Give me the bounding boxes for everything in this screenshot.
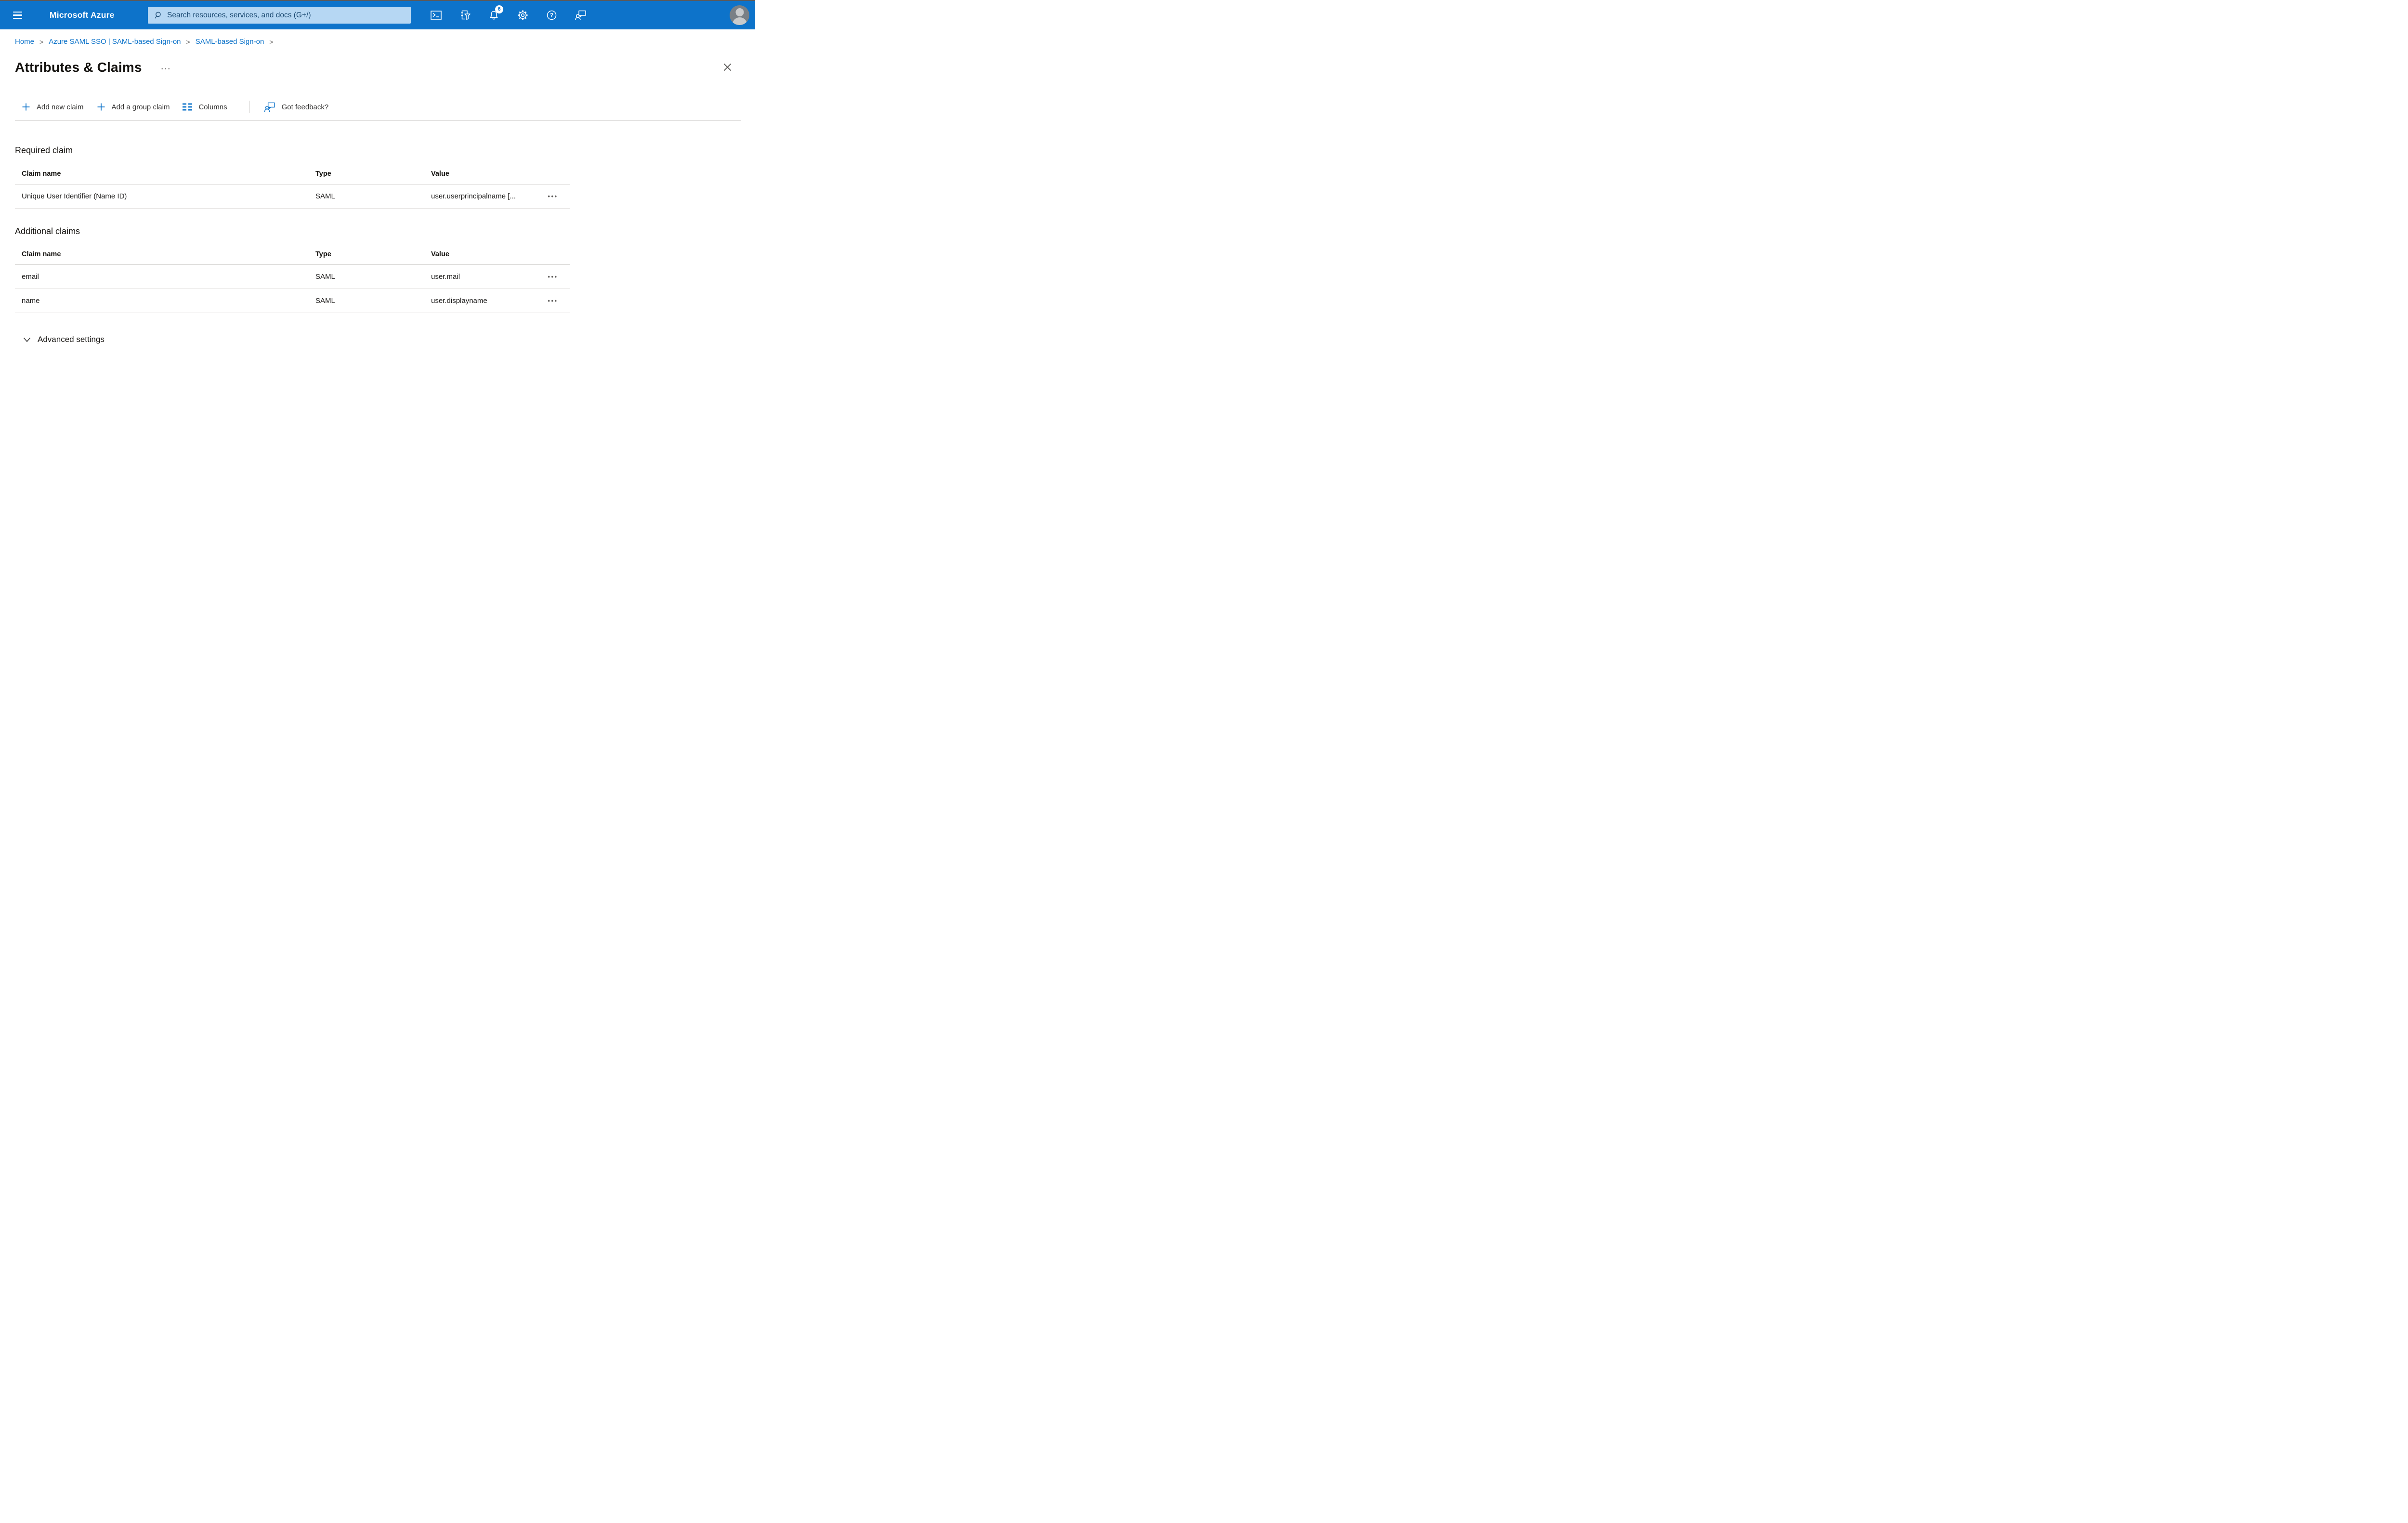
advanced-settings-toggle[interactable]: Advanced settings <box>23 335 755 344</box>
advanced-settings-label: Advanced settings <box>38 335 105 344</box>
help-icon: ? <box>546 10 557 21</box>
azure-portal-window: Microsoft Azure Search resources, servic… <box>0 0 755 382</box>
global-search-box[interactable] <box>148 7 411 24</box>
row-menu-ellipsis[interactable]: ••• <box>536 193 570 200</box>
add-new-claim-button[interactable]: Add new claim <box>22 103 84 111</box>
cloud-shell-button[interactable] <box>426 6 445 25</box>
microsoft-azure-logo[interactable]: Microsoft Azure <box>50 10 115 20</box>
table-row[interactable]: name SAML user.displayname ••• <box>15 289 570 313</box>
claim-value-cell: user.mail <box>431 273 460 281</box>
additional-claims-table: Claim name Type Value email SAML user.ma… <box>15 244 570 313</box>
claim-name-cell: Unique User Identifier (Name ID) <box>22 192 127 200</box>
avatar-head-shape <box>735 8 744 16</box>
breadcrumb-app-link[interactable]: Azure SAML SSO | SAML-based Sign-on <box>49 38 181 46</box>
column-header-value: Value <box>431 250 449 258</box>
breadcrumb: Home > Azure SAML SSO | SAML-based Sign-… <box>15 38 755 46</box>
svg-text:?: ? <box>550 12 553 19</box>
column-header-value: Value <box>431 170 449 178</box>
notifications-button[interactable]: 6 <box>484 5 503 25</box>
command-bar-divider <box>15 120 741 121</box>
plus-icon <box>97 103 105 111</box>
page-title: Attributes & Claims <box>15 59 142 75</box>
page-header: Attributes & Claims ··· <box>15 57 740 77</box>
command-bar: Add new claim Add a group claim Columns … <box>15 98 755 116</box>
breadcrumb-home-link[interactable]: Home <box>15 38 34 46</box>
claim-name-cell: email <box>22 273 39 281</box>
column-header-type: Type <box>315 250 331 258</box>
column-header-claim-name: Claim name <box>22 250 61 258</box>
feedback-icon <box>264 102 275 112</box>
account-avatar[interactable] <box>730 5 749 25</box>
breadcrumb-separator: > <box>39 38 44 46</box>
notification-count-badge[interactable]: 6 <box>495 5 503 13</box>
table-header-row: Claim name Type Value <box>15 244 570 265</box>
breadcrumb-saml-signon-link[interactable]: SAML-based Sign-on <box>196 38 264 46</box>
add-group-claim-button[interactable]: Add a group claim <box>97 103 170 111</box>
page-context-menu-ellipsis[interactable]: ··· <box>161 65 171 73</box>
feedback-icon <box>575 10 587 21</box>
required-claim-heading: Required claim <box>15 145 73 155</box>
table-row[interactable]: email SAML user.mail ••• <box>15 265 570 289</box>
claim-value-cell: user.userprincipalname [... <box>431 192 516 200</box>
help-button[interactable]: ? <box>542 6 561 25</box>
directory-filter-icon <box>459 10 471 20</box>
claim-type-cell: SAML <box>315 273 335 281</box>
feedback-button[interactable] <box>571 6 590 25</box>
cloud-shell-icon <box>430 11 442 20</box>
add-group-claim-label: Add a group claim <box>111 103 170 111</box>
columns-label: Columns <box>198 103 227 111</box>
close-blade-button[interactable] <box>721 61 733 73</box>
directory-filter-button[interactable] <box>455 6 474 25</box>
avatar-torso-shape <box>732 17 747 25</box>
plus-icon <box>22 103 30 111</box>
columns-icon <box>183 103 193 111</box>
claim-type-cell: SAML <box>315 192 335 200</box>
azure-top-bar: Microsoft Azure Search resources, servic… <box>0 1 755 29</box>
table-header-row: Claim name Type Value <box>15 163 570 184</box>
breadcrumb-separator: > <box>269 38 274 46</box>
columns-button[interactable]: Columns <box>183 103 227 111</box>
column-header-type: Type <box>315 170 331 178</box>
column-header-claim-name: Claim name <box>22 170 61 178</box>
chevron-down-icon <box>23 337 31 342</box>
settings-button[interactable] <box>513 6 532 25</box>
hamburger-menu-icon[interactable] <box>13 11 22 19</box>
claim-type-cell: SAML <box>315 297 335 305</box>
got-feedback-label: Got feedback? <box>281 103 329 111</box>
close-icon <box>723 63 732 71</box>
required-claim-table: Claim name Type Value Unique User Identi… <box>15 163 570 209</box>
search-icon <box>154 11 162 19</box>
table-row[interactable]: Unique User Identifier (Name ID) SAML us… <box>15 184 570 209</box>
claim-value-cell: user.displayname <box>431 297 487 305</box>
add-new-claim-label: Add new claim <box>37 103 84 111</box>
topbar-icon-group: 6 ? <box>426 1 600 29</box>
additional-claims-heading: Additional claims <box>15 226 80 236</box>
claim-name-cell: name <box>22 297 40 305</box>
got-feedback-button[interactable]: Got feedback? <box>264 102 329 112</box>
search-input[interactable] <box>166 10 406 20</box>
row-menu-ellipsis[interactable]: ••• <box>536 297 570 304</box>
breadcrumb-separator: > <box>186 38 190 46</box>
row-menu-ellipsis[interactable]: ••• <box>536 273 570 280</box>
settings-gear-icon <box>517 10 528 21</box>
